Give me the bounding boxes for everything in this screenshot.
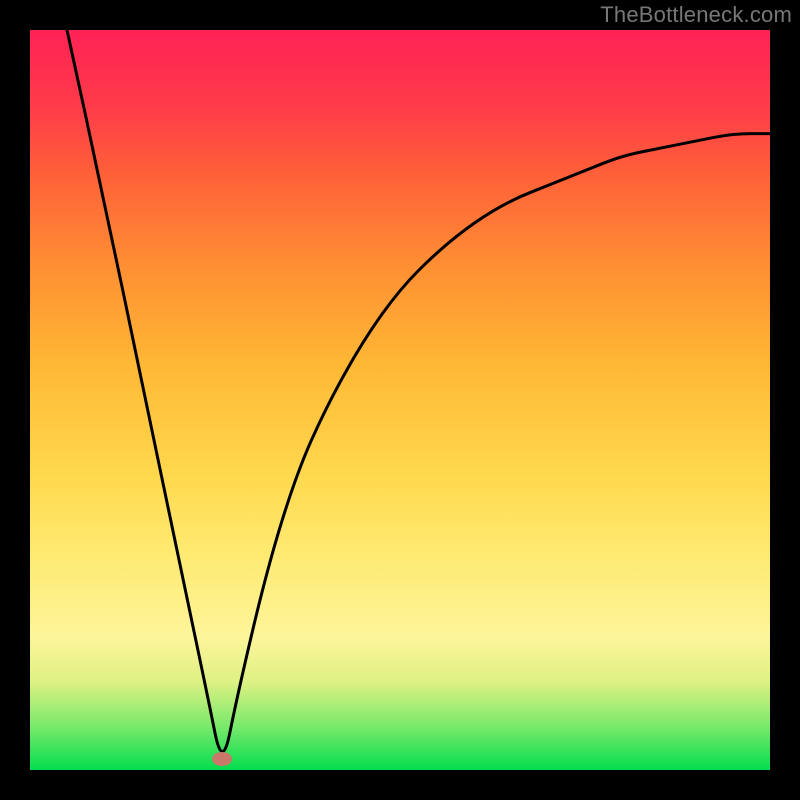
minimum-marker xyxy=(212,752,232,766)
curve-svg xyxy=(30,30,770,770)
chart-frame: TheBottleneck.com xyxy=(0,0,800,800)
bottleneck-curve xyxy=(67,30,770,752)
plot-area xyxy=(30,30,770,770)
watermark-text: TheBottleneck.com xyxy=(600,2,792,28)
